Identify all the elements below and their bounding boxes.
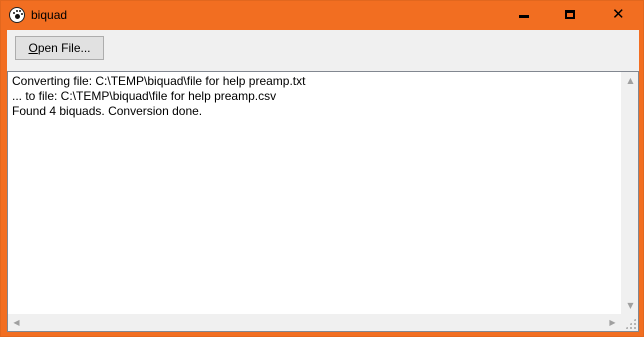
minimize-button[interactable] xyxy=(501,1,547,30)
close-button[interactable]: ✕ xyxy=(593,1,643,30)
horizontal-scrollbar[interactable]: ◀ ▶ xyxy=(8,314,621,331)
minimize-icon xyxy=(519,15,529,18)
scroll-up-arrow-icon[interactable]: ▲ xyxy=(622,72,639,89)
scroll-left-arrow-icon[interactable]: ◀ xyxy=(8,314,25,331)
window-title: biquad xyxy=(31,8,68,22)
size-grip-icon xyxy=(625,318,636,329)
output-log: Converting file: C:\TEMP\biquad\file for… xyxy=(12,74,620,119)
log-line: Converting file: C:\TEMP\biquad\file for… xyxy=(12,74,306,88)
client-area: Open File... Converting file: C:\TEMP\bi… xyxy=(7,30,639,332)
open-file-label: pen File... xyxy=(37,41,91,55)
maximize-button[interactable] xyxy=(547,1,593,30)
scroll-down-arrow-icon[interactable]: ▼ xyxy=(622,297,639,314)
maximize-icon xyxy=(565,10,575,19)
app-window: biquad ✕ Open File... Converting file: C… xyxy=(0,0,644,337)
vertical-scrollbar[interactable]: ▲ ▼ xyxy=(621,72,638,314)
log-line: ... to file: C:\TEMP\biquad\file for hel… xyxy=(12,89,277,103)
paw-icon[interactable] xyxy=(9,7,25,23)
scroll-right-arrow-icon[interactable]: ▶ xyxy=(604,314,621,331)
output-textarea[interactable]: Converting file: C:\TEMP\biquad\file for… xyxy=(7,71,639,332)
size-grip[interactable] xyxy=(621,314,638,331)
close-icon: ✕ xyxy=(612,5,625,23)
title-bar[interactable]: biquad ✕ xyxy=(1,1,643,30)
open-file-button[interactable]: Open File... xyxy=(15,36,104,60)
open-file-accel: O xyxy=(28,41,38,55)
log-line: Found 4 biquads. Conversion done. xyxy=(12,104,203,118)
